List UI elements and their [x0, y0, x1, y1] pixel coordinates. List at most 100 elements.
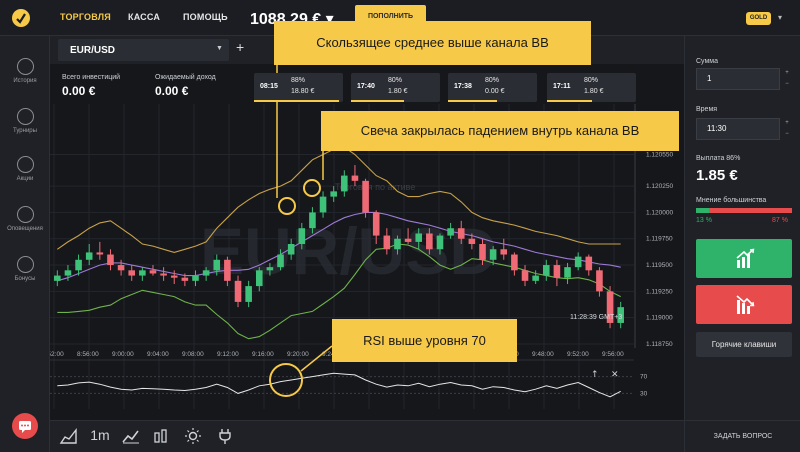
x-tick-label: 9:12:00: [217, 351, 239, 358]
left-sidebar: История Турниры Акции Оповещения Бонусы: [0, 36, 50, 452]
candle-down: [511, 254, 518, 271]
account-status-badge[interactable]: GOLD: [746, 12, 771, 25]
callout-rsi-above-70: RSI выше уровня 70: [332, 319, 517, 362]
amount-input[interactable]: 1: [696, 68, 780, 90]
asset-name: EUR/USD: [70, 45, 116, 56]
candle-down: [500, 249, 508, 255]
brightness-icon[interactable]: [182, 427, 204, 447]
x-tick-label: 9:52:00: [567, 351, 589, 358]
arrow-up-chart-icon: [736, 248, 755, 268]
percent-icon: [16, 156, 34, 173]
time-input[interactable]: 11:30: [696, 118, 780, 140]
sidebar-item-history[interactable]: История: [0, 58, 50, 84]
majority-bar: [696, 208, 792, 213]
candle-down: [468, 238, 476, 244]
deal-time: 17:38: [454, 83, 472, 90]
chart-area-icon[interactable]: [58, 427, 80, 447]
sidebar-item-bonuses[interactable]: Бонусы: [0, 256, 50, 282]
minus-icon[interactable]: −: [782, 79, 792, 90]
candle-down: [372, 212, 380, 236]
candle-down: [149, 270, 157, 274]
x-tick-label: 9:00:00: [112, 351, 134, 358]
candle-up: [532, 275, 539, 281]
candle-up: [415, 233, 423, 242]
time-stepper[interactable]: + −: [782, 118, 792, 140]
candle-down: [404, 238, 412, 242]
x-tick-label: 9:16:00: [252, 351, 274, 358]
candle-up: [542, 265, 550, 276]
y-tick-label: 1.118750: [646, 341, 673, 348]
deal-card[interactable]: 08:15 88% 18.80 €: [254, 73, 343, 102]
put-down-button[interactable]: [696, 285, 792, 324]
signals-icon[interactable]: [214, 427, 236, 447]
deal-progress-bar: [351, 100, 404, 102]
candle-up: [447, 228, 454, 236]
chart-line-icon[interactable]: [120, 427, 142, 447]
plus-icon[interactable]: +: [782, 68, 792, 79]
candle-down: [426, 233, 433, 250]
candle-down: [160, 273, 167, 276]
total-invested-label: Всего инвестиций: [62, 74, 121, 81]
candle-up: [255, 270, 263, 287]
candle-up: [287, 244, 295, 255]
y-tick-label: 1.119750: [646, 236, 673, 243]
payout-label: Выплата 86%: [696, 155, 741, 162]
indicators-icon[interactable]: [150, 427, 172, 447]
candle-down: [128, 270, 136, 276]
majority-label: Мнение большинства: [696, 197, 767, 204]
nav-help[interactable]: ПОМОЩЬ: [183, 12, 228, 22]
sidebar-item-label: Акции: [16, 176, 34, 182]
deal-progress-bar: [547, 100, 592, 102]
candle-down: [553, 265, 561, 278]
callout-pointer: [300, 345, 333, 372]
minus-icon[interactable]: −: [782, 129, 792, 140]
candle-up: [75, 259, 82, 271]
candle-up: [213, 259, 221, 271]
candle-down: [234, 280, 242, 302]
candle-down: [117, 265, 125, 271]
logo-icon[interactable]: [12, 9, 30, 27]
sidebar-item-label: Бонусы: [14, 276, 36, 282]
ask-question-button[interactable]: ЗАДАТЬ ВОПРОС: [685, 420, 800, 452]
candle-up: [394, 238, 401, 250]
arrow-up-icon[interactable]: ↑: [591, 370, 599, 380]
x-tick-label: 9:48:00: [532, 351, 554, 358]
close-icon[interactable]: ✕: [611, 370, 619, 380]
hotkeys-button[interactable]: Горячие клавиши: [696, 332, 792, 357]
deal-card[interactable]: 17:38 80% 0.00 €: [448, 73, 537, 102]
caret-down-icon[interactable]: ▼: [216, 45, 223, 52]
nav-trade[interactable]: ТОРГОВЛЯ: [60, 12, 111, 22]
sidebar-item-tournaments[interactable]: Турниры: [0, 108, 50, 134]
chat-button[interactable]: [12, 413, 38, 439]
app-window: ТОРГОВЛЯ КАССА ПОМОЩЬ 1088.29 € ▾ ПОПОЛН…: [0, 0, 800, 452]
gift-icon: [16, 256, 34, 273]
y-tick-label: 1.120550: [646, 152, 673, 159]
timeframe-button[interactable]: 1m: [88, 427, 112, 447]
rsi-level-label: 30: [640, 390, 648, 397]
candle-up: [266, 267, 274, 271]
sidebar-item-notifications[interactable]: Оповещения: [0, 206, 50, 232]
call-up-button[interactable]: [696, 239, 792, 278]
deal-progress-bar: [448, 100, 497, 102]
tab-eur-usd[interactable]: EUR/USD ▼: [58, 39, 229, 61]
add-tab-button[interactable]: +: [236, 39, 244, 55]
deal-progress-bar: [254, 100, 339, 102]
chart-toolbar: 1m: [50, 420, 684, 452]
candle-up: [298, 228, 306, 244]
trophy-icon: [16, 108, 34, 125]
x-tick-label: 8:56:00: [77, 351, 99, 358]
deal-card[interactable]: 17:40 80% 1.80 €: [351, 73, 440, 102]
deal-amount: 18.80 €: [291, 88, 315, 95]
amount-stepper[interactable]: + −: [782, 68, 792, 90]
nav-cashier[interactable]: КАССА: [128, 12, 160, 22]
candle-down: [362, 180, 369, 213]
plus-icon[interactable]: +: [782, 118, 792, 129]
sidebar-item-promotions[interactable]: Акции: [0, 156, 50, 182]
chevron-down-icon[interactable]: ▾: [778, 13, 782, 22]
candle-up: [192, 275, 199, 281]
majority-up-percent: 13 %: [696, 217, 712, 224]
sidebar-item-label: Оповещения: [7, 226, 43, 232]
payout-value: 1.85 €: [696, 167, 738, 184]
deal-card[interactable]: 17:11 80% 1.80 €: [547, 73, 636, 102]
x-tick-label: 8:52:00: [50, 351, 64, 358]
